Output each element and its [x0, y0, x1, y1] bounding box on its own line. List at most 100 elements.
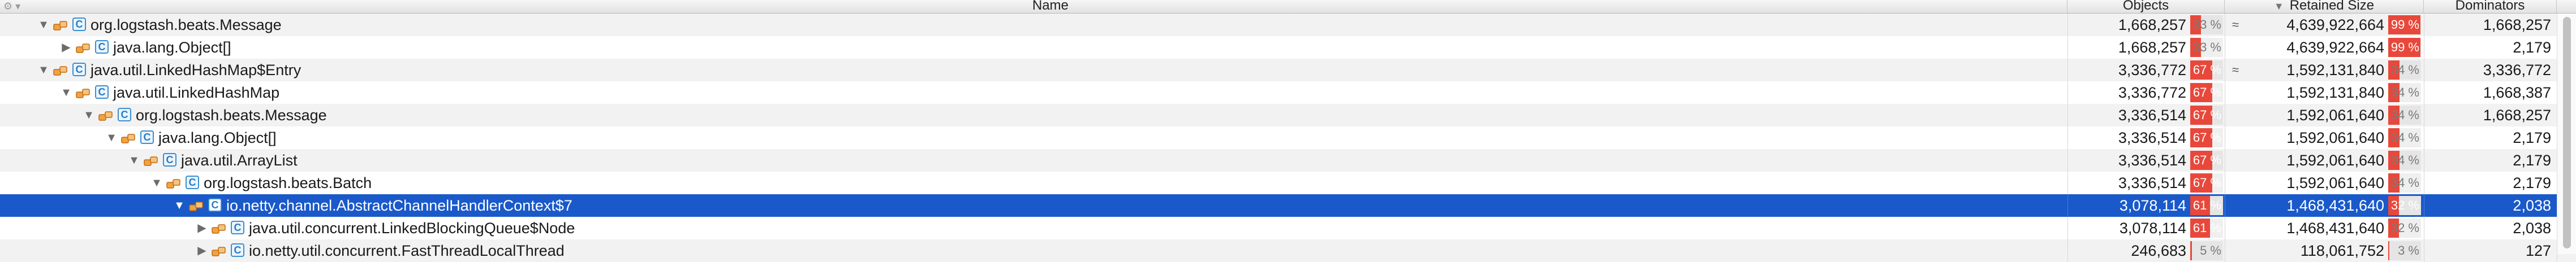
objects-percent-bar: 33 % [2190, 15, 2223, 34]
table-row[interactable]: ▼ Cjava.lang.Object[] 3,336,514 67 % 1,592,0… [0, 126, 2576, 149]
class-name-label: org.logstash.beats.Message [91, 16, 282, 33]
name-cell: ▼ Cjava.lang.Object[] [0, 126, 2067, 149]
objects-percent-label: 67 % [2192, 176, 2221, 190]
class-icon: C [208, 198, 222, 212]
retained-percent-bar: 34 % [2388, 151, 2421, 170]
triangle-down-icon[interactable]: ▼ [171, 194, 188, 217]
objects-percent-label: 33 % [2192, 18, 2221, 32]
name-cell: ▶ Cjava.util.concurrent.LinkedBlockingQue… [0, 217, 2067, 239]
name-cell: ▶ Cio.netty.util.concurrent.FastThreadLoc… [0, 239, 2067, 262]
objects-percent-label: 33 % [2192, 40, 2221, 54]
objects-percent-bar: 33 % [2190, 38, 2223, 57]
table-row[interactable]: ▼ Corg.logstash.beats.Message 3,336,514 67 … [0, 104, 2576, 126]
objects-count: 3,336,514 [2118, 174, 2186, 191]
objects-percent-label: 67 % [2192, 63, 2221, 77]
class-name-label: java.util.concurrent.LinkedBlockingQueue… [249, 220, 575, 237]
table-row[interactable]: ▶ Cjava.util.concurrent.LinkedBlockingQue… [0, 217, 2576, 239]
column-header-name[interactable]: Name [34, 0, 2067, 13]
class-icon: C [186, 176, 199, 189]
retained-percent-label: 34 % [2390, 63, 2419, 77]
table-row[interactable]: ▼ Cjava.util.ArrayList 3,336,514 67 % 1,592,… [0, 149, 2576, 172]
retained-size-value: 4,639,922,664 [2286, 16, 2384, 33]
retained-size-value: 1,592,131,840 [2286, 62, 2384, 78]
table-row[interactable]: ▼ Corg.logstash.beats.Batch 3,336,514 67 % 1… [0, 172, 2576, 194]
class-icon: C [95, 40, 109, 54]
retained-percent-bar: 3 % [2388, 241, 2421, 260]
objects-percent-bar: 5 % [2190, 241, 2223, 260]
retained-percent-label: 34 % [2390, 176, 2419, 190]
field-reference-icon [189, 199, 205, 212]
objects-count: 3,336,514 [2118, 107, 2186, 124]
vertical-scrollbar[interactable] [2557, 14, 2576, 254]
gear-icon[interactable]: ⚙ ▾ [3, 1, 29, 11]
retained-percent-label: 3 % [2398, 243, 2419, 257]
objects-percent-label: 61 % [2192, 198, 2221, 212]
column-header-retained-size[interactable]: ▼ Retained Size [2225, 0, 2424, 13]
percent-fill [2190, 241, 2192, 260]
retained-percent-label: 32 % [2390, 221, 2419, 235]
retained-percent-label: 32 % [2390, 198, 2419, 212]
name-cell: ▼ Corg.logstash.beats.Message [0, 14, 2067, 36]
dominators-count: 1,668,257 [2483, 107, 2551, 124]
retained-percent-bar: 99 % [2388, 38, 2421, 57]
table-row[interactable]: ▶ Cio.netty.util.concurrent.FastThreadLoc… [0, 239, 2576, 262]
objects-percent-bar: 61 % [2190, 196, 2223, 215]
triangle-right-icon[interactable]: ▶ [58, 36, 75, 59]
class-icon: C [118, 108, 131, 121]
table-row[interactable]: ▼ Cio.netty.channel.AbstractChannelHandle… [0, 194, 2576, 217]
objects-count: 3,336,514 [2118, 152, 2186, 169]
retained-size-value: 4,639,922,664 [2286, 39, 2384, 56]
field-reference-icon [98, 109, 114, 121]
objects-percent-bar: 67 % [2190, 60, 2223, 80]
retained-percent-label: 34 % [2390, 85, 2419, 99]
triangle-down-icon[interactable]: ▼ [103, 126, 120, 149]
class-name-label: org.logstash.beats.Message [136, 107, 327, 124]
retained-size-value: 118,061,752 [2300, 242, 2384, 259]
table-row[interactable]: ▶ Cjava.lang.Object[] 1,668,257 33 % 4,639,9… [0, 36, 2576, 59]
retained-percent-bar: 34 % [2388, 173, 2421, 193]
table-row[interactable]: ▼ Corg.logstash.beats.Message 1,668,257 33 … [0, 14, 2576, 36]
objects-percent-bar: 67 % [2190, 173, 2223, 193]
triangle-down-icon[interactable]: ▼ [35, 59, 52, 81]
objects-percent-label: 67 % [2192, 153, 2221, 167]
retained-percent-bar: 32 % [2388, 196, 2421, 215]
triangle-down-icon[interactable]: ▼ [126, 149, 143, 172]
field-reference-icon [212, 244, 227, 257]
name-cell: ▼ Cio.netty.channel.AbstractChannelHandle… [0, 194, 2067, 217]
class-icon: C [231, 243, 244, 257]
objects-percent-label: 67 % [2192, 130, 2221, 145]
triangle-right-icon[interactable]: ▶ [193, 239, 210, 262]
table-row[interactable]: ▼ Cjava.util.LinkedHashMap$Entry 3,336,772… [0, 59, 2576, 81]
triangle-down-icon[interactable]: ▼ [35, 14, 52, 36]
sort-descending-icon: ▼ [2273, 1, 2284, 12]
objects-percent-bar: 67 % [2190, 106, 2223, 125]
dominators-count: 2,038 [2513, 220, 2551, 237]
triangle-down-icon[interactable]: ▼ [80, 104, 97, 126]
retained-percent-label: 99 % [2390, 40, 2419, 54]
class-icon: C [163, 153, 176, 167]
retained-size-value: 1,592,061,640 [2286, 174, 2384, 191]
objects-percent-bar: 67 % [2190, 83, 2223, 102]
retained-percent-label: 34 % [2390, 153, 2419, 167]
column-header-objects[interactable]: Objects [2067, 0, 2225, 13]
objects-percent-label: 67 % [2192, 108, 2221, 122]
retained-percent-label: 34 % [2390, 108, 2419, 122]
triangle-down-icon[interactable]: ▼ [148, 172, 165, 194]
class-icon: C [140, 130, 154, 144]
class-name-label: io.netty.channel.AbstractChannelHandlerC… [226, 197, 572, 214]
dominators-count: 2,038 [2513, 197, 2551, 214]
triangle-right-icon[interactable]: ▶ [193, 217, 210, 239]
column-header-dominators[interactable]: Dominators [2424, 0, 2557, 13]
scrollbar-thumb[interactable] [2563, 17, 2571, 248]
field-reference-icon [212, 222, 227, 234]
name-cell: ▼ Cjava.util.ArrayList [0, 149, 2067, 172]
objects-percent-label: 67 % [2192, 85, 2221, 99]
retained-percent-bar: 34 % [2388, 60, 2421, 80]
retained-size-value: 1,468,431,640 [2286, 197, 2384, 214]
objects-count: 1,668,257 [2118, 16, 2186, 33]
table-row[interactable]: ▼ Cjava.util.LinkedHashMap 3,336,772 67 % 1,… [0, 81, 2576, 104]
triangle-down-icon[interactable]: ▼ [58, 81, 75, 104]
objects-count: 3,336,772 [2118, 84, 2186, 101]
dominators-count: 1,668,387 [2483, 84, 2551, 101]
dominators-count: 2,179 [2513, 174, 2551, 191]
